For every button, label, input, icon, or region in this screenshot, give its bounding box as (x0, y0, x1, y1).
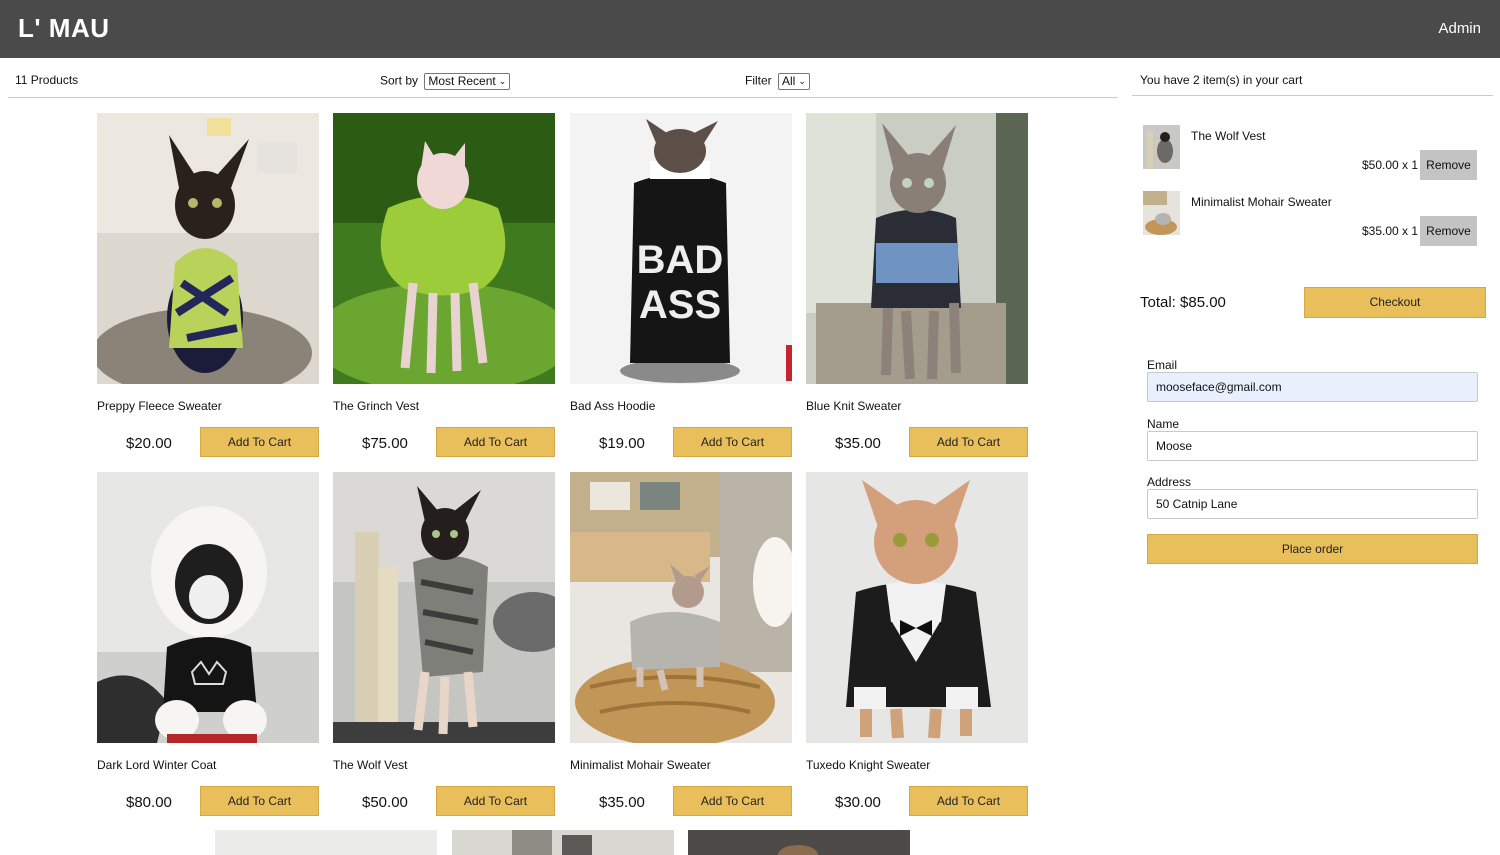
cart-item: The Wolf Vest $50.00 x 1 Remove (1143, 125, 1483, 185)
chevron-down-icon: ⌄ (798, 76, 806, 86)
product-price: $30.00 (835, 794, 881, 811)
product-price: $50.00 (362, 794, 408, 811)
product-title[interactable]: Minimalist Mohair Sweater (570, 758, 711, 772)
sort-select[interactable]: Most Recent ⌄ (424, 73, 511, 90)
filter-select-value: All (782, 74, 796, 88)
product-image-partial[interactable] (452, 830, 674, 855)
product-price: $19.00 (599, 435, 645, 452)
product-title[interactable]: Preppy Fleece Sweater (97, 399, 222, 413)
name-field[interactable] (1147, 431, 1478, 461)
add-to-cart-button[interactable]: Add To Cart (673, 786, 792, 816)
cart-item-thumbnail (1143, 191, 1180, 235)
product-title[interactable]: The Grinch Vest (333, 399, 419, 413)
product-title[interactable]: Bad Ass Hoodie (570, 399, 655, 413)
sort-control: Sort by Most Recent ⌄ (380, 73, 511, 90)
product-image[interactable]: BAD ASS (570, 113, 792, 384)
sort-label: Sort by (380, 73, 419, 88)
hoodie-print-text: ASS (639, 283, 721, 327)
product-image-partial[interactable] (688, 830, 910, 855)
email-label: Email (1147, 358, 1178, 372)
cart-item: Minimalist Mohair Sweater $35.00 x 1 Rem… (1143, 191, 1483, 251)
cart-header: You have 2 item(s) in your cart (1132, 59, 1493, 96)
brand-logo[interactable]: L' MAU (18, 13, 110, 44)
product-title[interactable]: Tuxedo Knight Sweater (806, 758, 930, 772)
product-price: $80.00 (126, 794, 172, 811)
product-image[interactable] (97, 113, 319, 384)
product-image[interactable] (570, 472, 792, 743)
product-title[interactable]: The Wolf Vest (333, 758, 407, 772)
remove-button[interactable]: Remove (1420, 216, 1477, 246)
add-to-cart-button[interactable]: Add To Cart (436, 786, 555, 816)
product-price: $75.00 (362, 435, 408, 452)
add-to-cart-button[interactable]: Add To Cart (909, 786, 1028, 816)
product-image-partial[interactable] (215, 830, 437, 855)
add-to-cart-button[interactable]: Add To Cart (436, 427, 555, 457)
chevron-down-icon: ⌄ (498, 76, 507, 86)
address-field[interactable] (1147, 489, 1478, 519)
filter-select[interactable]: All ⌄ (778, 73, 810, 90)
sort-select-value: Most Recent (428, 74, 496, 88)
cart-item-name: Minimalist Mohair Sweater (1191, 195, 1332, 209)
product-image[interactable] (806, 472, 1028, 743)
cart-item-name: The Wolf Vest (1191, 129, 1266, 143)
remove-button[interactable]: Remove (1420, 150, 1477, 180)
product-image[interactable] (806, 113, 1028, 384)
filter-bar: 11 Products Sort by Most Recent ⌄ Filter … (8, 59, 1118, 98)
cart-item-price: $35.00 x 1 (1362, 224, 1419, 238)
add-to-cart-button[interactable]: Add To Cart (200, 786, 319, 816)
hoodie-print-text: BAD (637, 238, 724, 282)
cart-total: Total: $85.00 (1140, 294, 1226, 311)
add-to-cart-button[interactable]: Add To Cart (909, 427, 1028, 457)
address-label: Address (1147, 475, 1192, 489)
product-price: $35.00 (835, 435, 881, 452)
product-title[interactable]: Blue Knit Sweater (806, 399, 901, 413)
cart-item-thumbnail (1143, 125, 1180, 169)
cart-summary: You have 2 item(s) in your cart (1140, 73, 1303, 87)
filter-control: Filter All ⌄ (745, 73, 810, 90)
product-price: $35.00 (599, 794, 645, 811)
product-count: 11 Products (15, 73, 79, 87)
place-order-button[interactable]: Place order (1147, 534, 1478, 564)
product-image[interactable] (333, 113, 555, 384)
admin-link[interactable]: Admin (1438, 20, 1481, 37)
checkout-button[interactable]: Checkout (1304, 287, 1486, 318)
product-image[interactable] (97, 472, 319, 743)
product-price: $20.00 (126, 435, 172, 452)
product-title[interactable]: Dark Lord Winter Coat (97, 758, 216, 772)
cart-item-price: $50.00 x 1 (1362, 158, 1419, 172)
add-to-cart-button[interactable]: Add To Cart (200, 427, 319, 457)
filter-label: Filter (745, 73, 772, 88)
email-field[interactable] (1147, 372, 1478, 402)
product-image[interactable] (333, 472, 555, 743)
top-header: L' MAU Admin (0, 0, 1500, 58)
add-to-cart-button[interactable]: Add To Cart (673, 427, 792, 457)
name-label: Name (1147, 417, 1180, 431)
